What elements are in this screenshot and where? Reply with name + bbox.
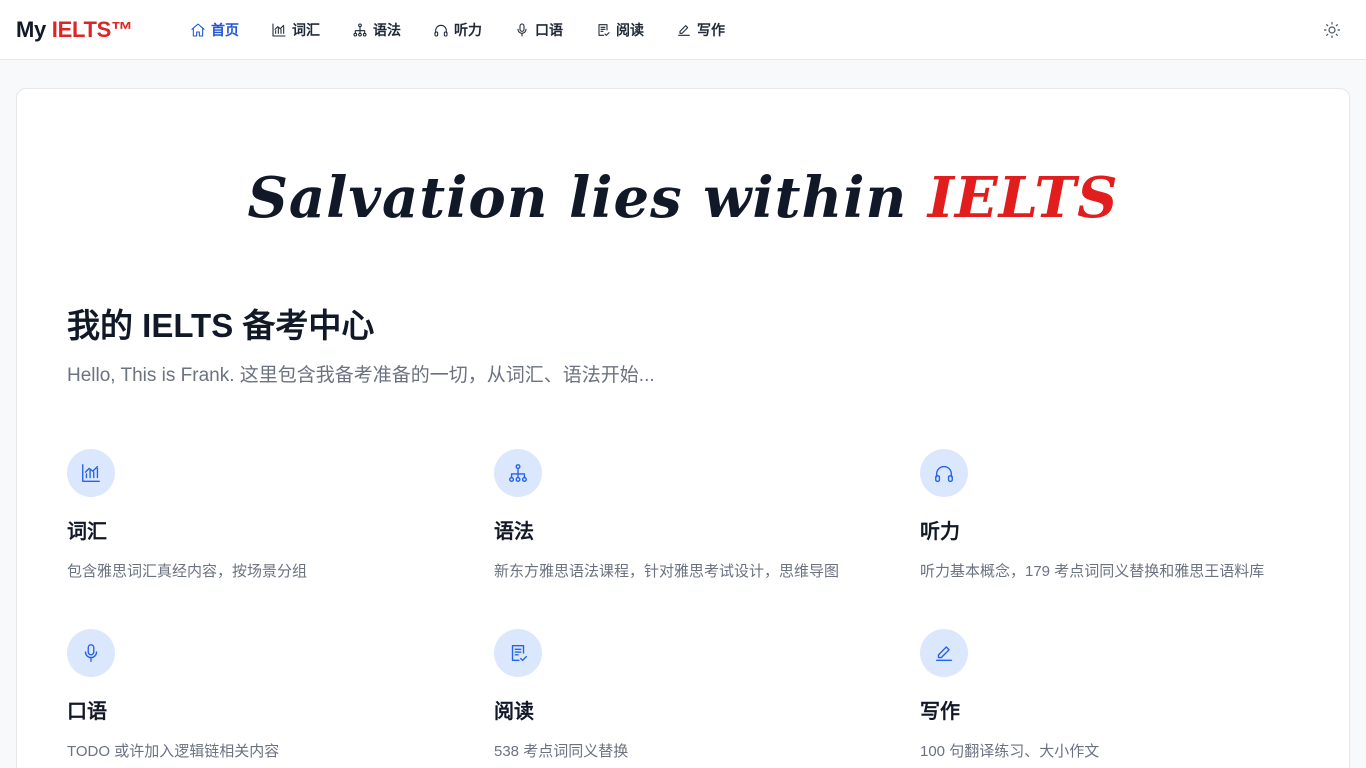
sun-icon (1323, 21, 1341, 39)
microphone-icon (84, 644, 98, 662)
home-icon (191, 23, 205, 37)
feature-card-grammar[interactable]: 语法 新东方雅思语法课程，针对雅思考试设计，思维导图 (494, 449, 894, 581)
nav-item-label: 写作 (697, 22, 725, 38)
page-subtitle: Hello, This is Frank. 这里包含我备考准备的一切，从词汇、语… (67, 365, 655, 386)
chart-icon (272, 23, 286, 37)
feature-title: 听力 (920, 521, 960, 543)
feature-icon-circle (920, 449, 968, 497)
brand-prefix: My (16, 17, 52, 42)
nav-item-label: 阅读 (616, 22, 644, 38)
document-check-icon (511, 644, 527, 662)
pencil-icon (935, 646, 953, 662)
chart-icon (82, 464, 100, 482)
nav-item-label: 语法 (373, 22, 401, 38)
feature-card-speaking[interactable]: 口语 TODO 或许加入逻辑链相关内容 (67, 629, 467, 761)
site-logo[interactable]: My IELTS™ (16, 17, 133, 43)
hierarchy-icon (353, 23, 367, 37)
feature-card-reading[interactable]: 阅读 538 考点词同义替换 (494, 629, 894, 761)
feature-card-vocabulary[interactable]: 词汇 包含雅思词汇真经内容，按场景分组 (67, 449, 467, 581)
feature-description: 100 句翻译练习、大小作文 (920, 743, 1100, 760)
nav-item-listening[interactable]: 听力 (433, 0, 482, 60)
feature-icon-circle (920, 629, 968, 677)
headphones-icon (434, 24, 448, 37)
feature-card-writing[interactable]: 写作 100 句翻译练习、大小作文 (920, 629, 1320, 761)
feature-description: 包含雅思词汇真经内容，按场景分组 (67, 563, 308, 580)
pencil-icon (678, 25, 690, 36)
page-title: 我的 IELTS 备考中心 (67, 307, 375, 344)
hero-text: Salvation lies within (247, 165, 908, 231)
headphones-icon (935, 465, 953, 482)
document-check-icon (598, 24, 610, 36)
feature-description: TODO 或许加入逻辑链相关内容 (67, 743, 280, 760)
feature-title: 写作 (920, 701, 960, 723)
feature-description: 538 考点词同义替换 (494, 743, 629, 760)
feature-description: 新东方雅思语法课程，针对雅思考试设计，思维导图 (494, 563, 840, 580)
nav-item-grammar[interactable]: 语法 (352, 0, 401, 60)
feature-title: 词汇 (67, 521, 107, 543)
nav-item-label: 口语 (535, 22, 563, 38)
feature-title: 口语 (67, 701, 107, 723)
feature-title: 语法 (494, 521, 534, 543)
feature-description: 听力基本概念，179 考点词同义替换和雅思王语料库 (920, 563, 1265, 580)
brand-accent: IELTS™ (51, 17, 133, 42)
feature-card-listening[interactable]: 听力 听力基本概念，179 考点词同义替换和雅思王语料库 (920, 449, 1320, 581)
hero-accent: IELTS (927, 165, 1119, 231)
top-navbar: My IELTS™ 首页 词汇 语法 听力 口语 阅读 写作 (0, 0, 1366, 60)
theme-toggle-button[interactable] (1320, 18, 1344, 42)
hero-heading: Salvation lies within IELTS (0, 158, 1366, 238)
nav-item-vocabulary[interactable]: 词汇 (271, 0, 320, 60)
feature-title: 阅读 (494, 701, 534, 723)
microphone-icon (517, 23, 527, 37)
feature-icon-circle (494, 629, 542, 677)
feature-icon-circle (67, 629, 115, 677)
nav-item-writing[interactable]: 写作 (676, 0, 725, 60)
hierarchy-icon (509, 464, 527, 482)
main-nav: 首页 词汇 语法 听力 口语 阅读 写作 (190, 0, 757, 60)
nav-item-label: 词汇 (292, 22, 320, 38)
nav-item-speaking[interactable]: 口语 (514, 0, 563, 60)
feature-icon-circle (494, 449, 542, 497)
nav-item-reading[interactable]: 阅读 (595, 0, 644, 60)
nav-item-label: 听力 (454, 22, 482, 38)
nav-item-home[interactable]: 首页 (190, 0, 239, 60)
feature-icon-circle (67, 449, 115, 497)
nav-item-label: 首页 (211, 22, 239, 38)
